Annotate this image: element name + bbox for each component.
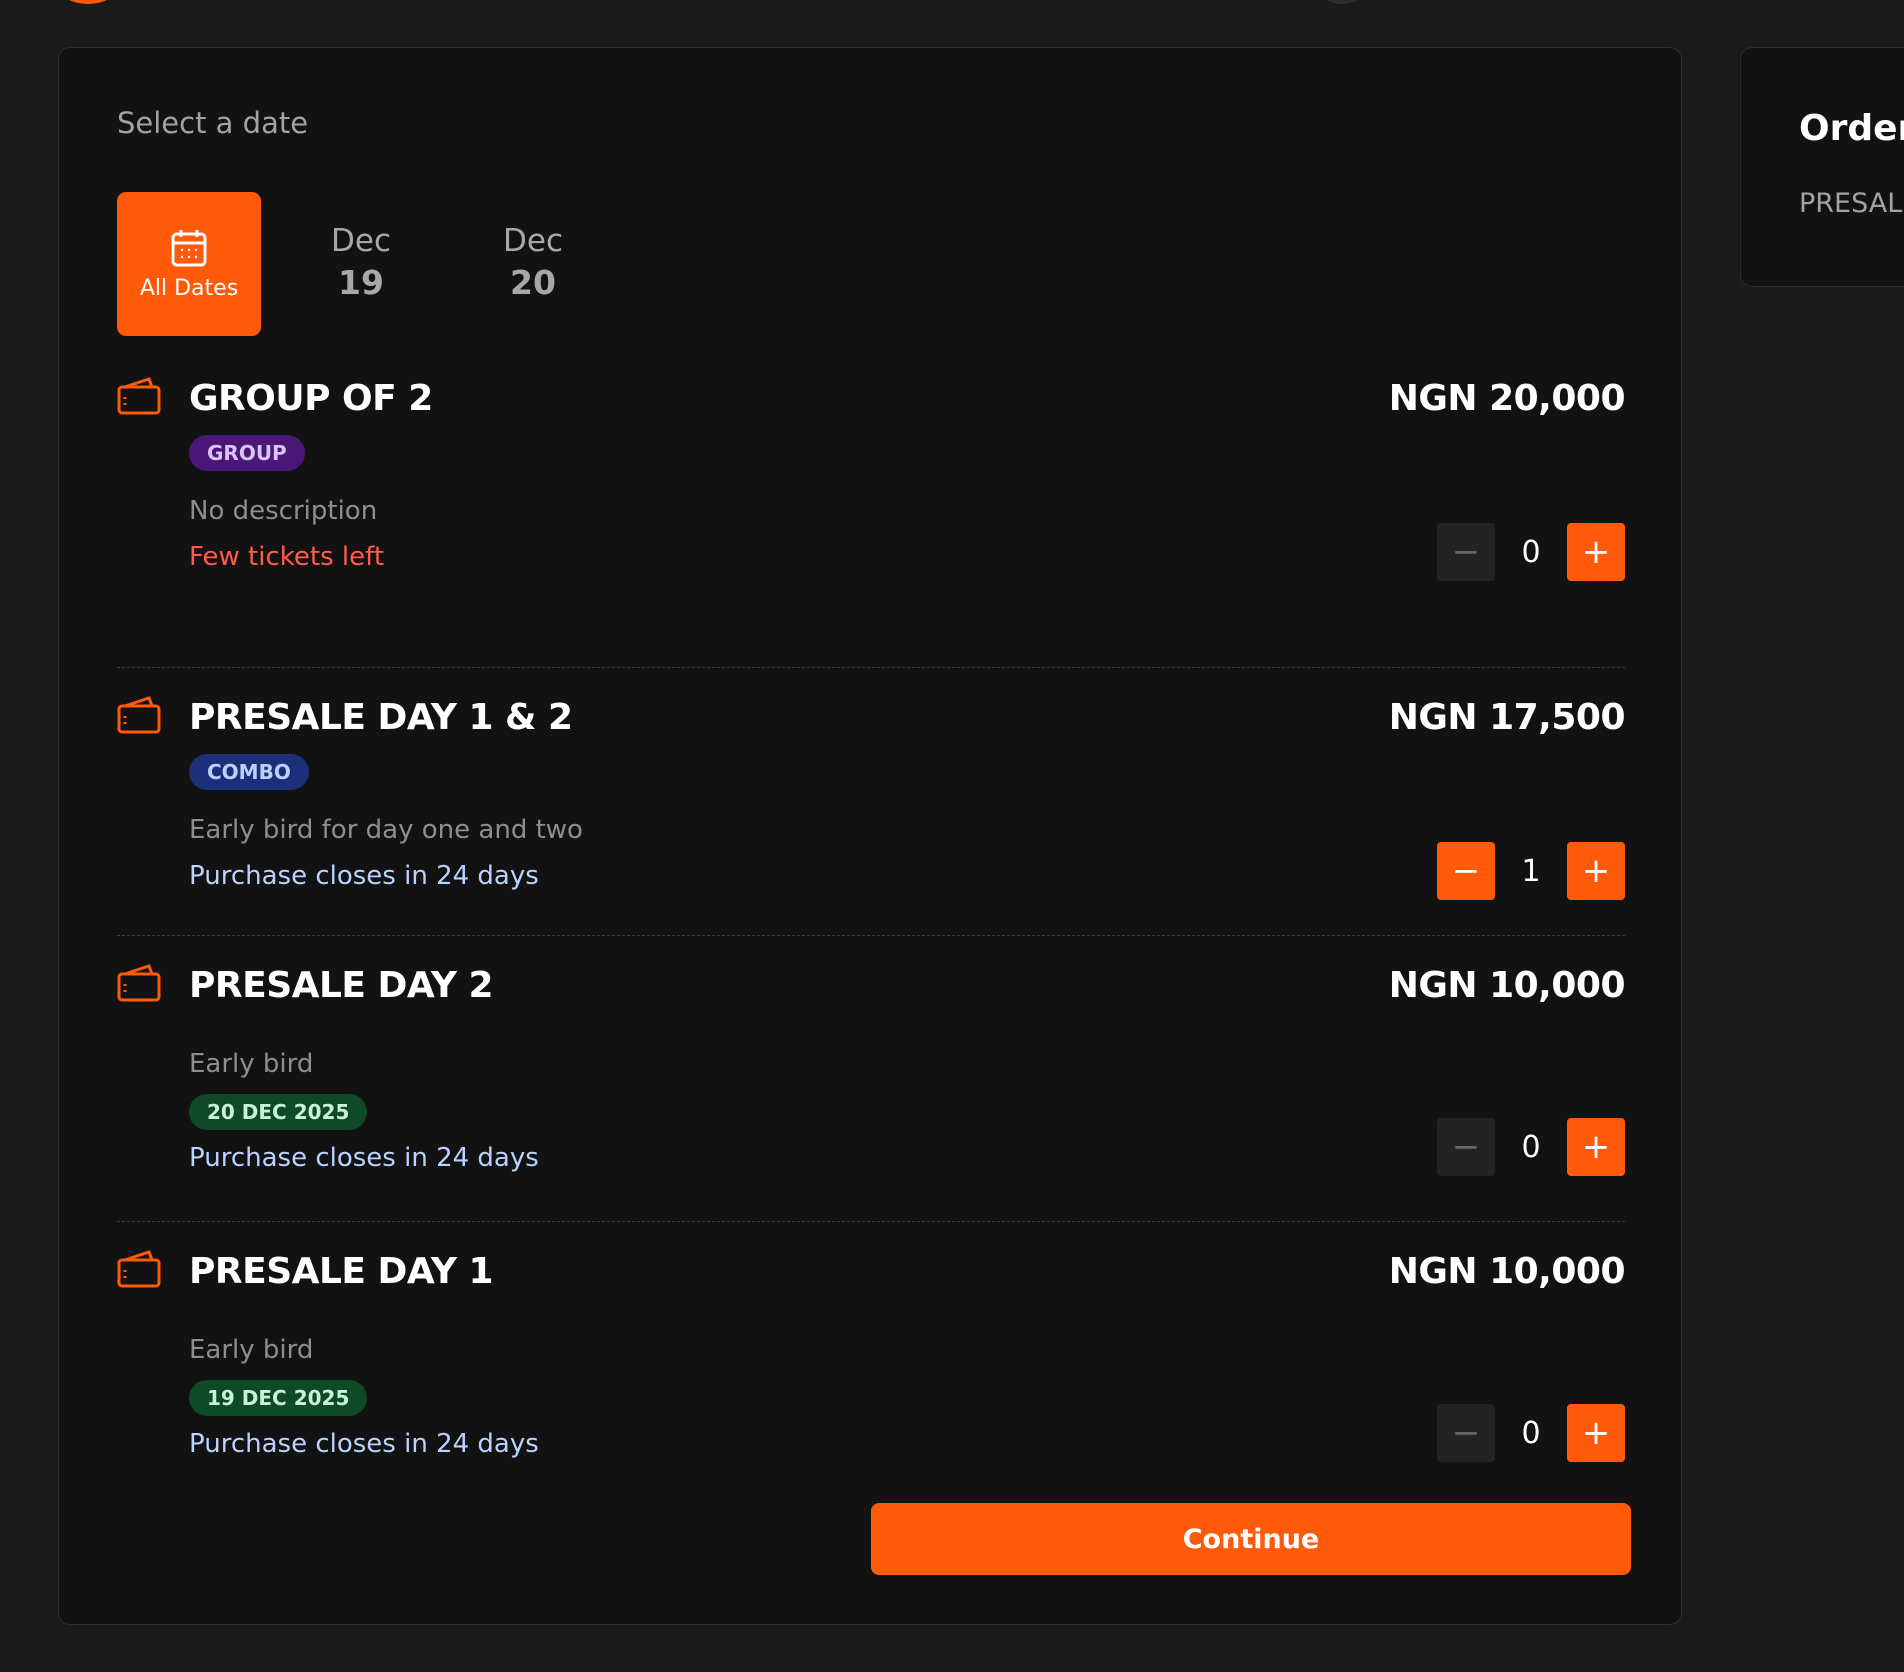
ticket-price: NGN 10,000 [1388,1251,1626,1292]
date-tab-dec-20[interactable]: Dec 20 [461,192,605,336]
top-avatar[interactable] [60,0,116,4]
quantity-stepper: − 0 + [1437,1118,1625,1176]
quantity-stepper: − 1 + [1437,842,1625,900]
continue-button[interactable]: Continue [871,1503,1631,1575]
ticket-type-badge: COMBO [189,754,309,790]
ticket-availability-note: Few tickets left [189,542,385,572]
date-tab-month: Dec [503,223,563,259]
decrease-quantity-button[interactable]: − [1437,842,1495,900]
quantity-stepper: − 0 + [1437,523,1625,581]
calendar-icon [170,228,208,272]
order-summary-panel: Order PRESALE [1740,47,1904,287]
ticket-selection-panel: Select a date All Dates Dec 19 Dec 20 GR… [58,47,1682,1625]
quantity-value: 0 [1521,1129,1541,1165]
plus-icon: + [1581,1413,1611,1453]
ticket-item: PRESALE DAY 1 Early bird 19 DEC 2025 Pur… [117,1222,1626,1482]
quantity-value: 1 [1521,853,1541,889]
ticket-description: Early bird for day one and two [189,815,583,845]
ticket-type-badge: GROUP [189,435,305,471]
order-summary-title: Order [1799,108,1904,149]
decrease-quantity-button[interactable]: − [1437,523,1495,581]
minus-icon: − [1451,532,1481,572]
top-nav-dot[interactable] [1322,0,1362,4]
ticket-item: PRESALE DAY 1 & 2 COMBO Early bird for d… [117,668,1626,936]
plus-icon: + [1581,1127,1611,1167]
ticket-date-badge: 20 DEC 2025 [189,1094,368,1130]
quantity-stepper: − 0 + [1437,1404,1625,1462]
ticket-date-badge: 19 DEC 2025 [189,1380,368,1416]
ticket-icon [117,696,161,734]
plus-icon: + [1581,532,1611,572]
date-tab-month: Dec [331,223,391,259]
decrease-quantity-button[interactable]: − [1437,1404,1495,1462]
date-tab-day: 20 [510,263,556,302]
ticket-icon [117,377,161,415]
ticket-item: PRESALE DAY 2 Early bird 20 DEC 2025 Pur… [117,936,1626,1222]
ticket-deadline-note: Purchase closes in 24 days [189,861,539,891]
date-tab-day: 19 [338,263,384,302]
decrease-quantity-button[interactable]: − [1437,1118,1495,1176]
ticket-description: Early bird [189,1049,314,1079]
ticket-deadline-note: Purchase closes in 24 days [189,1429,539,1459]
ticket-description: Early bird [189,1335,314,1365]
ticket-price: NGN 17,500 [1388,697,1626,738]
ticket-price: NGN 10,000 [1388,965,1626,1006]
minus-icon: − [1451,1413,1481,1453]
plus-icon: + [1581,851,1611,891]
quantity-value: 0 [1521,534,1541,570]
quantity-value: 0 [1521,1415,1541,1451]
increase-quantity-button[interactable]: + [1567,1118,1625,1176]
ticket-price: NGN 20,000 [1388,378,1626,419]
ticket-icon [117,1250,161,1288]
minus-icon: − [1451,1127,1481,1167]
date-tab-all[interactable]: All Dates [117,192,261,336]
select-date-label: Select a date [117,106,309,140]
ticket-deadline-note: Purchase closes in 24 days [189,1143,539,1173]
ticket-description: No description [189,496,378,526]
increase-quantity-button[interactable]: + [1567,842,1625,900]
increase-quantity-button[interactable]: + [1567,1404,1625,1462]
date-tab-dec-19[interactable]: Dec 19 [289,192,433,336]
ticket-icon [117,964,161,1002]
minus-icon: − [1451,851,1481,891]
ticket-list: GROUP OF 2 GROUP No description Few tick… [117,373,1626,1482]
order-summary-item: PRESALE [1799,188,1904,219]
ticket-item: GROUP OF 2 GROUP No description Few tick… [117,373,1626,668]
date-tabs: All Dates Dec 19 Dec 20 [117,192,605,336]
date-tab-all-label: All Dates [139,275,239,301]
increase-quantity-button[interactable]: + [1567,523,1625,581]
